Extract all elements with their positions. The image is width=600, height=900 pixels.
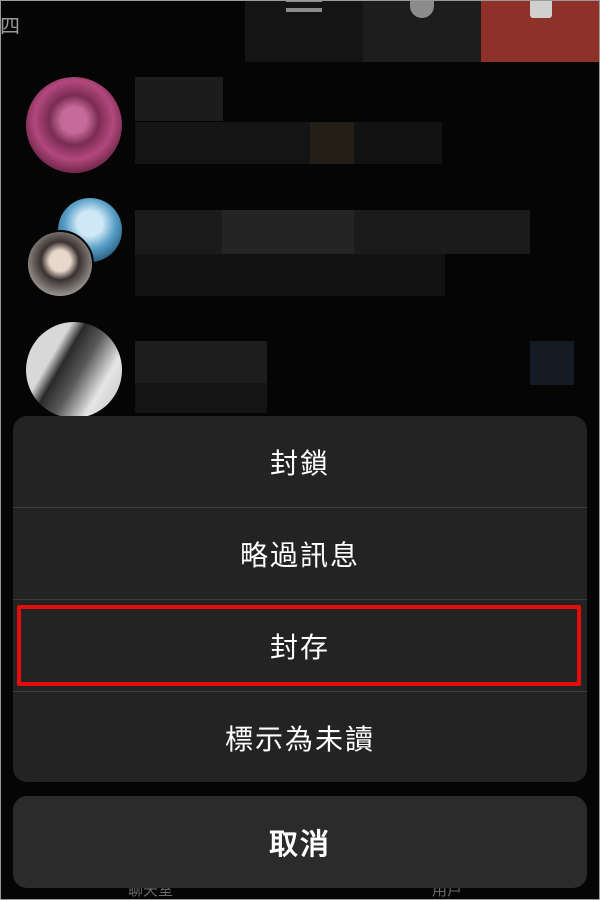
blurred-name xyxy=(135,341,267,383)
blurred-preview xyxy=(135,122,310,164)
trash-icon xyxy=(529,0,552,18)
avatar xyxy=(26,230,94,298)
ignore-messages-option[interactable]: 略過訊息 xyxy=(13,508,587,600)
avatar xyxy=(26,77,122,173)
swipe-actions xyxy=(245,0,600,62)
blurred-name xyxy=(135,77,223,121)
cancel-button[interactable]: 取消 xyxy=(13,796,587,888)
unread-indicator xyxy=(530,341,574,385)
mute-action-button[interactable] xyxy=(363,0,481,62)
more-action-button[interactable] xyxy=(245,0,363,62)
block-option[interactable]: 封鎖 xyxy=(13,416,587,508)
action-sheet: 封鎖 略過訊息 封存 標示為未讀 xyxy=(13,416,587,782)
mark-unread-option[interactable]: 標示為未讀 xyxy=(13,692,587,782)
blurred-preview xyxy=(135,254,445,296)
bell-icon xyxy=(410,0,434,18)
inbox-screen: 四 聊天室 用戶 封鎖 略過訊息 封存 標示為未讀 取消 xyxy=(0,0,600,900)
archive-option[interactable]: 封存 xyxy=(13,600,587,692)
top-left-char: 四 xyxy=(0,14,20,38)
delete-action-button[interactable] xyxy=(481,0,600,62)
avatar xyxy=(26,322,122,418)
blurred-preview xyxy=(135,383,267,413)
more-lines-icon xyxy=(286,0,322,12)
